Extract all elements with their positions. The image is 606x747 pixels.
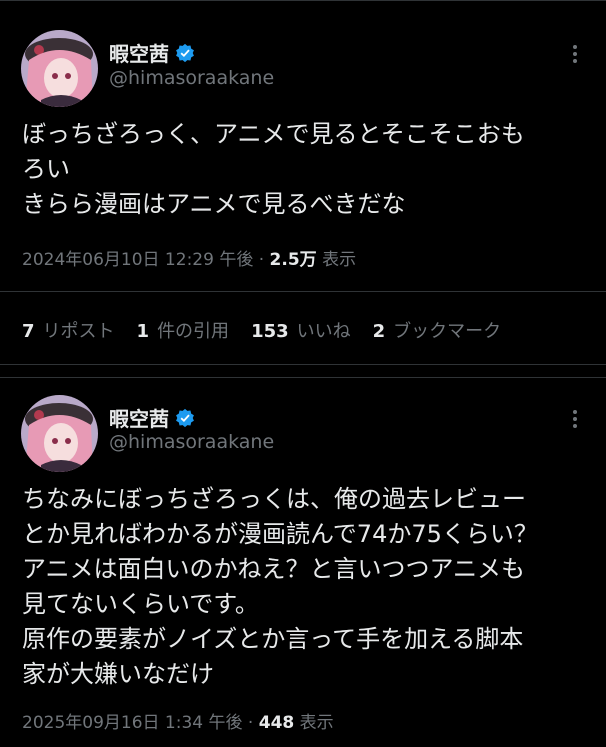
display-name[interactable]: 暇空茜 xyxy=(109,38,169,67)
stat-bookmarks[interactable]: 2 ブックマーク xyxy=(373,317,502,343)
more-options-icon[interactable] xyxy=(566,45,584,69)
timestamp[interactable]: 2024年06月10日 12:29 午後 xyxy=(22,250,253,270)
tweet-1[interactable]: 暇空茜 @himasoraakane ぼっちざろっく、アニメで見るとそこそこおも… xyxy=(0,0,606,365)
view-count: 2.5万 xyxy=(269,250,317,270)
handle[interactable]: @himasoraakane xyxy=(109,431,274,453)
verified-badge-icon xyxy=(176,43,194,62)
stat-quotes[interactable]: 1 件の引用 xyxy=(137,317,230,343)
stat-reposts[interactable]: 7 リポスト xyxy=(22,317,115,343)
view-label: 表示 xyxy=(322,250,357,270)
view-count: 448 xyxy=(258,713,295,733)
avatar[interactable] xyxy=(21,395,98,472)
tweet-text: ちなみにぼっちざろっくは、俺の過去レビュー とか見ればわかるが漫画読んで74か7… xyxy=(22,485,538,688)
meta-dot: · xyxy=(258,250,265,270)
engagement-stats: 7 リポスト 1 件の引用 153 いいね 2 ブックマーク xyxy=(22,317,501,343)
divider xyxy=(0,291,606,292)
meta-dot: · xyxy=(247,713,254,733)
avatar[interactable] xyxy=(21,30,98,107)
tweet-meta: 2024年06月10日 12:29 午後 · 2.5万 表示 xyxy=(22,245,356,270)
author-name-row[interactable]: 暇空茜 xyxy=(109,403,195,432)
author-name-row[interactable]: 暇空茜 xyxy=(109,38,195,67)
verified-badge-icon xyxy=(176,408,194,427)
tweet-2[interactable]: 暇空茜 @himasoraakane ちなみにぼっちざろっくは、俺の過去レビュー… xyxy=(0,377,606,747)
timestamp[interactable]: 2025年09月16日 1:34 午後 xyxy=(22,713,243,733)
handle[interactable]: @himasoraakane xyxy=(109,67,274,89)
tweet-text: ぼっちざろっく、アニメで見るとそこそこおも ろい きらら漫画はアニメで見るべきだ… xyxy=(22,120,525,218)
tweet-meta: 2025年09月16日 1:34 午後 · 448 表示 xyxy=(22,708,334,733)
stat-likes[interactable]: 153 いいね xyxy=(251,317,351,343)
display-name[interactable]: 暇空茜 xyxy=(109,403,169,432)
view-label: 表示 xyxy=(299,713,334,733)
more-options-icon[interactable] xyxy=(566,410,584,434)
